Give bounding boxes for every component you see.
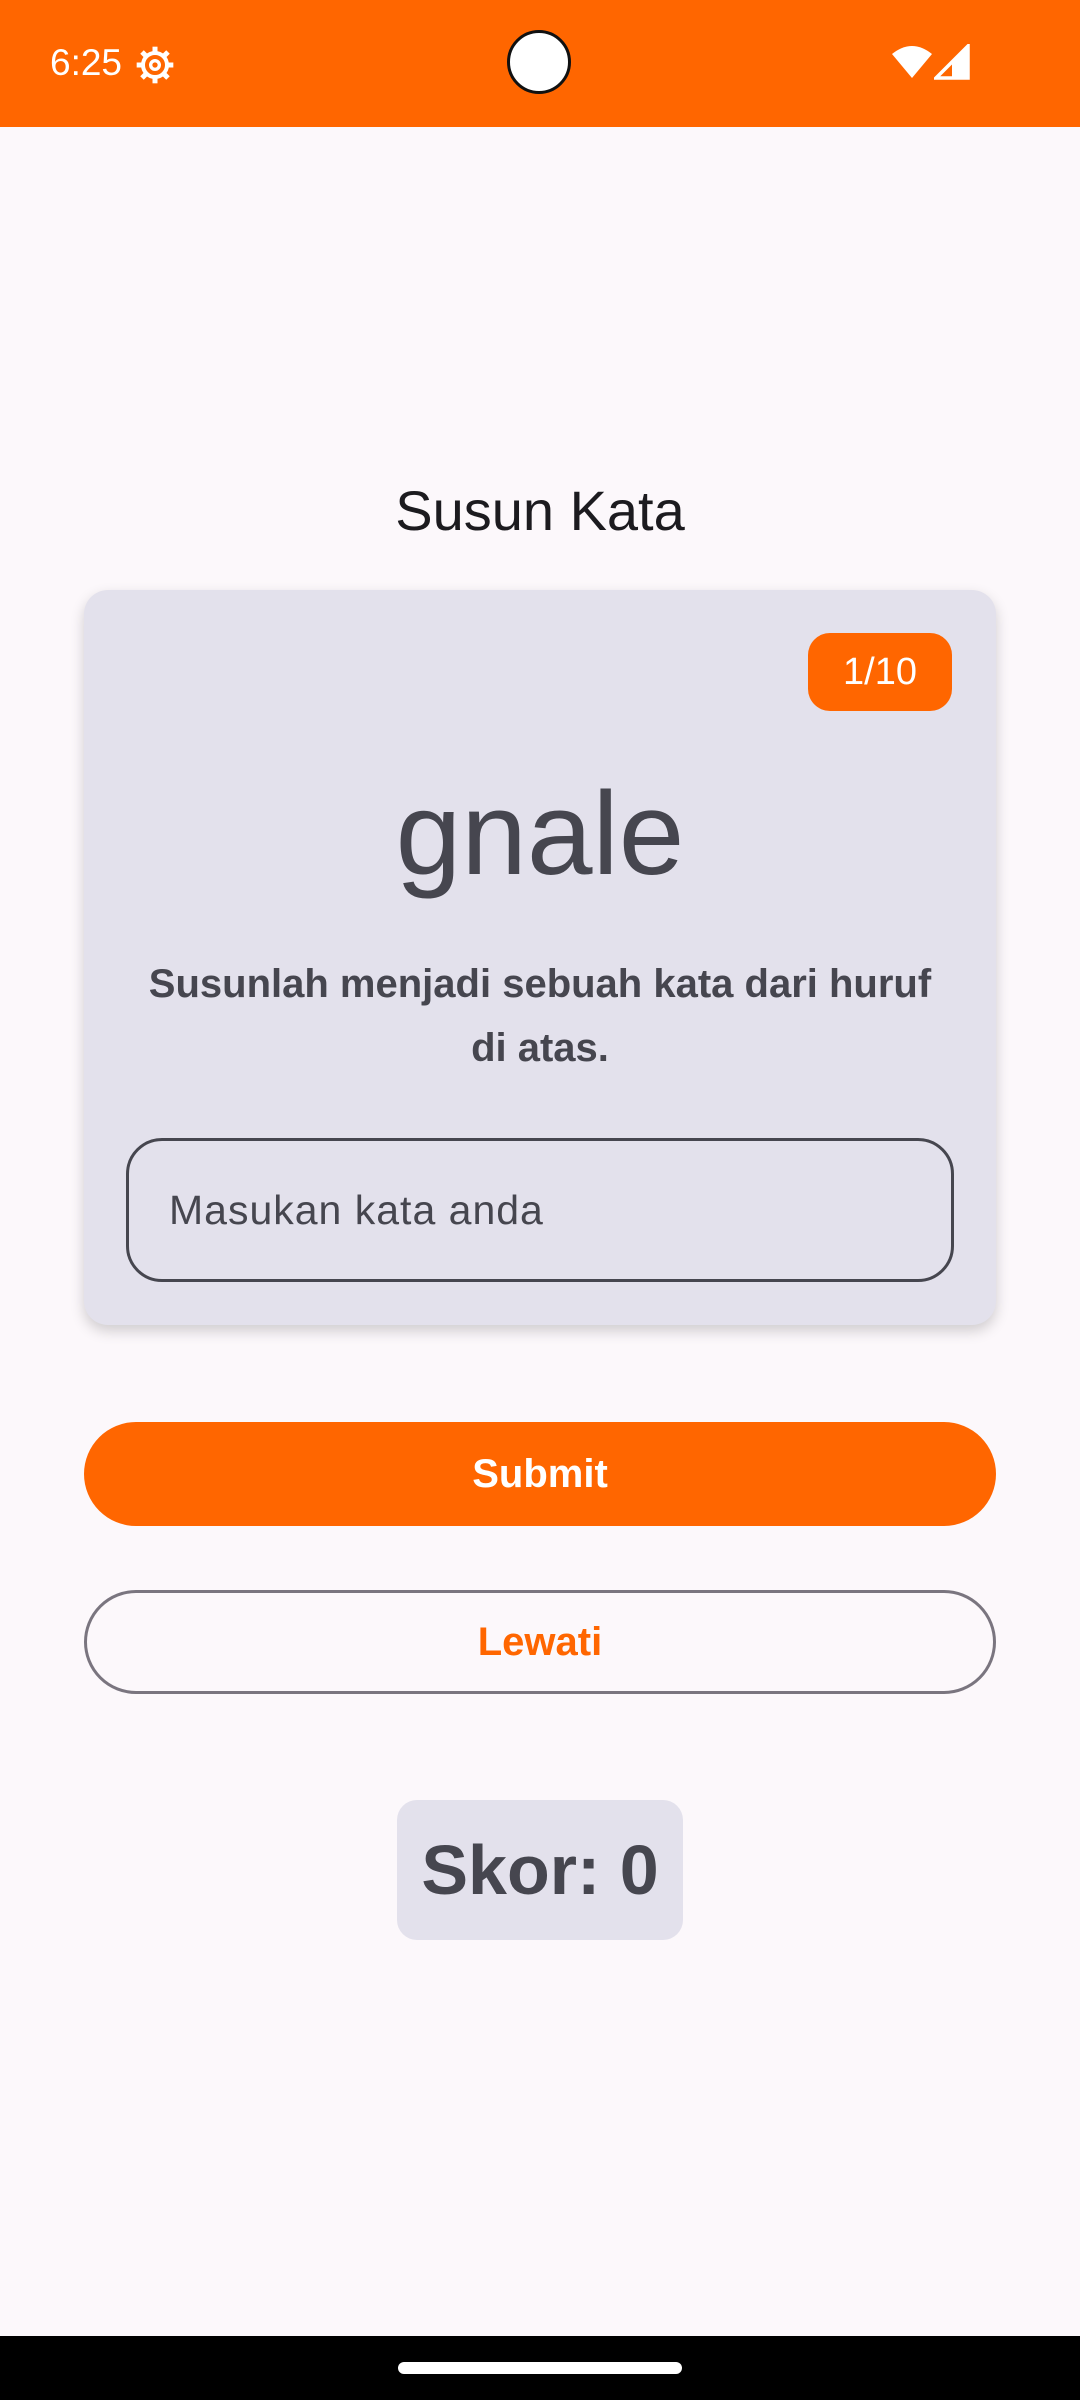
navigation-bar <box>0 2336 1080 2400</box>
home-indicator[interactable] <box>398 2362 682 2374</box>
progress-badge: 1/10 <box>808 633 952 711</box>
answer-input[interactable] <box>126 1138 954 1282</box>
word-card: 1/10 gnale Susunlah menjadi sebuah kata … <box>84 590 996 1325</box>
wifi-icon <box>892 46 932 78</box>
score-display: Skor: 0 <box>397 1800 683 1940</box>
submit-button[interactable]: Submit <box>84 1422 996 1526</box>
page-title: Susun Kata <box>395 479 685 542</box>
settings-gear-icon <box>136 46 174 84</box>
scrambled-word: gnale <box>395 768 685 900</box>
instruction-text: Susunlah menjadi sebuah kata dari huruf … <box>148 962 932 1070</box>
cellular-signal-icon <box>934 44 970 80</box>
skip-button[interactable]: Lewati <box>84 1590 996 1694</box>
camera-cutout <box>507 30 571 94</box>
status-bar: 6:25 <box>0 0 1080 127</box>
app-screen: 6:25 Susun Kata 1/10 gnale Susunlah menj… <box>0 0 1080 2400</box>
status-time: 6:25 <box>50 42 123 83</box>
